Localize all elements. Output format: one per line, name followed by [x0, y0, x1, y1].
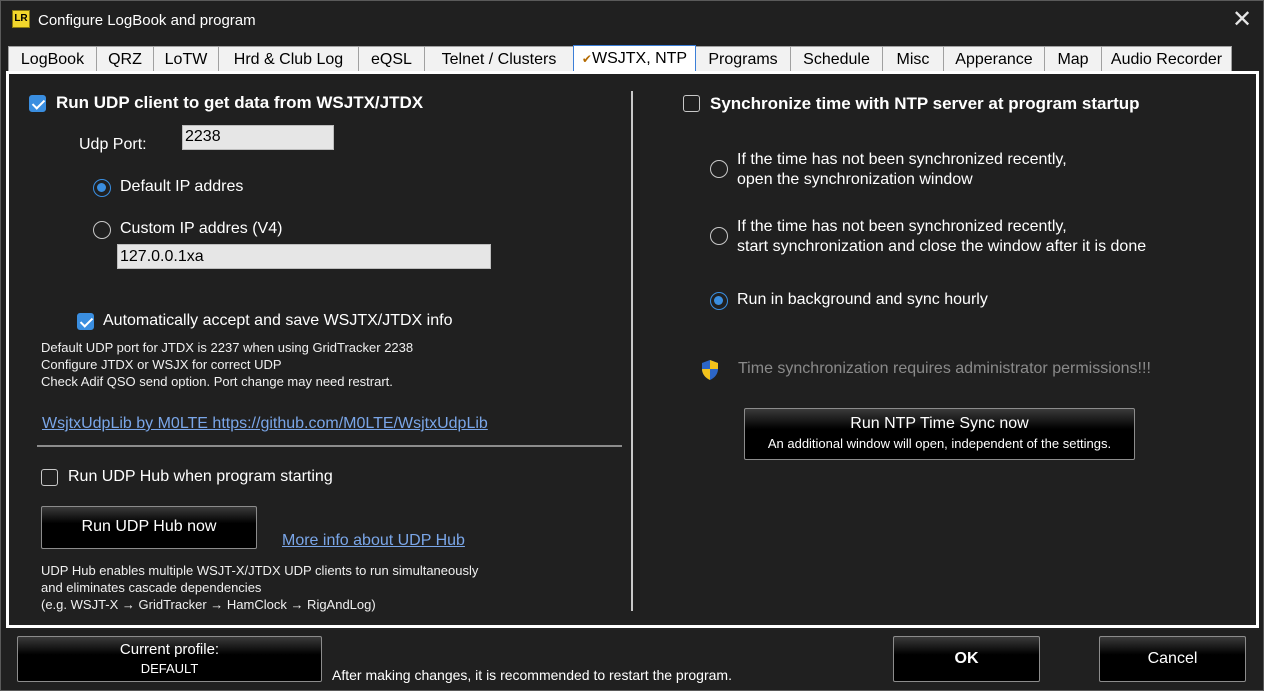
custom-ip-radio[interactable]	[93, 221, 111, 239]
auto-accept-label: Automatically accept and save WSJTX/JTDX…	[103, 312, 453, 329]
run-hub-label: Run UDP Hub when program starting	[68, 468, 333, 485]
run-udp-checkbox[interactable]	[29, 95, 46, 112]
tab-label: eQSL	[371, 51, 412, 68]
run-hub-checkbox[interactable]	[41, 469, 58, 486]
udp-hub-info-link[interactable]: More info about UDP Hub	[282, 532, 465, 550]
udp-note-line-3: Check Adif QSO send option. Port change …	[41, 374, 393, 389]
run-udp-label: Run UDP client to get data from WSJTX/JT…	[56, 93, 424, 112]
tab-programs[interactable]: Programs	[695, 46, 791, 72]
tab-bar: LogBook QRZ LoTW Hrd & Club Log eQSL Tel…	[8, 45, 1232, 72]
tab-label: Map	[1057, 51, 1089, 68]
tab-lotw[interactable]: LoTW	[153, 46, 219, 72]
tab-logbook[interactable]: LogBook	[8, 46, 97, 72]
run-ntp-sync-button-subtitle: An additional window will open, independ…	[767, 436, 1112, 451]
ntp-option-1-line-2: open the synchronization window	[737, 171, 973, 188]
tab-hrd-club-log[interactable]: Hrd & Club Log	[218, 46, 359, 72]
tab-label: Programs	[708, 51, 778, 68]
ntp-option-2-text: If the time has not been synchronized re…	[737, 217, 1146, 257]
tab-label: WSJTX, NTP	[591, 50, 688, 67]
custom-ip-label: Custom IP addres (V4)	[120, 220, 283, 237]
ntp-option-2-line-2: start synchronization and close the wind…	[737, 238, 1147, 255]
tab-map[interactable]: Map	[1044, 46, 1102, 72]
tab-misc[interactable]: Misc	[882, 46, 944, 72]
tab-label: Telnet / Clusters	[441, 51, 557, 68]
ntp-option-2-line-1: If the time has not been synchronized re…	[737, 218, 1067, 235]
uac-shield-icon	[702, 360, 718, 380]
tab-label: LogBook	[20, 51, 85, 68]
tab-apperance[interactable]: Apperance	[943, 46, 1045, 72]
close-icon[interactable]: ✕	[1227, 5, 1257, 35]
ntp-sync-startup-label: Synchronize time with NTP server at prog…	[710, 94, 1140, 113]
hub-note-line-1: UDP Hub enables multiple WSJT-X/JTDX UDP…	[41, 563, 479, 578]
tab-label: Apperance	[955, 51, 1033, 68]
tab-label: Audio Recorder	[1110, 51, 1223, 68]
default-ip-label: Default IP addres	[120, 178, 244, 195]
ntp-sync-startup-checkbox[interactable]	[683, 95, 700, 112]
run-ntp-sync-button[interactable]: Run NTP Time Sync now An additional wind…	[744, 408, 1135, 460]
ntp-option-1-text: If the time has not been synchronized re…	[737, 150, 1067, 190]
left-divider	[37, 445, 622, 447]
tab-telnet-clusters[interactable]: Telnet / Clusters	[424, 46, 574, 72]
udp-port-label: Udp Port:	[79, 136, 147, 153]
ntp-option-3-label: Run in background and sync hourly	[737, 291, 988, 308]
app-logo-icon: LR	[12, 10, 30, 28]
ntp-option-background-radio[interactable]	[710, 292, 728, 310]
tab-label: Misc	[896, 51, 930, 68]
tab-label: Hrd & Club Log	[233, 51, 344, 68]
tab-check-icon: ✔	[581, 52, 592, 66]
auto-accept-checkbox[interactable]	[77, 313, 94, 330]
run-udp-hub-button[interactable]: Run UDP Hub now	[41, 506, 257, 549]
tab-label: LoTW	[164, 51, 208, 68]
wsjtx-udp-lib-link[interactable]: WsjtxUdpLib by M0LTE https://github.com/…	[42, 415, 488, 433]
configure-window: LR Configure LogBook and program ✕ LogBo…	[0, 0, 1264, 691]
default-ip-radio[interactable]	[93, 179, 111, 197]
tab-schedule[interactable]: Schedule	[790, 46, 883, 72]
ok-button[interactable]: OK	[893, 636, 1040, 682]
tab-eqsl[interactable]: eQSL	[358, 46, 425, 72]
restart-note: After making changes, it is recommended …	[332, 667, 732, 683]
tab-label: QRZ	[108, 51, 142, 68]
window-title: Configure LogBook and program	[38, 12, 256, 29]
run-udp-hub-button-label: Run UDP Hub now	[81, 518, 217, 535]
custom-ip-input[interactable]: 127.0.0.1xa	[117, 244, 491, 269]
hub-note-line-2: and eliminates cascade dependencies	[41, 580, 262, 595]
tab-label: Schedule	[803, 51, 870, 68]
current-profile-button[interactable]: Current profile: DEFAULT	[17, 636, 322, 682]
column-divider	[631, 91, 633, 611]
udp-note-line-2: Configure JTDX or WSJX for correct UDP	[41, 357, 282, 372]
tab-qrz[interactable]: QRZ	[96, 46, 154, 72]
cancel-button-label: Cancel	[1147, 650, 1198, 667]
current-profile-title: Current profile:	[119, 641, 220, 658]
tab-wsjtx-ntp[interactable]: ✔WSJTX, NTP	[573, 45, 696, 72]
ntp-option-1-line-1: If the time has not been synchronized re…	[737, 151, 1067, 168]
ok-button-label: OK	[954, 650, 979, 667]
tab-audio-recorder[interactable]: Audio Recorder	[1101, 46, 1232, 72]
current-profile-value: DEFAULT	[140, 661, 199, 676]
udp-note-line-1: Default UDP port for JTDX is 2237 when u…	[41, 340, 414, 355]
ntp-option-open-window-radio[interactable]	[710, 160, 728, 178]
udp-port-input[interactable]: 2238	[182, 125, 334, 150]
hub-note-line-3: (e.g. WSJT-X → GridTracker → HamClock → …	[41, 597, 376, 612]
run-ntp-sync-button-title: Run NTP Time Sync now	[850, 415, 1029, 432]
ntp-option-sync-close-radio[interactable]	[710, 227, 728, 245]
ntp-admin-note: Time synchronization requires administra…	[738, 360, 1151, 377]
cancel-button[interactable]: Cancel	[1099, 636, 1246, 682]
title-bar: LR Configure LogBook and program ✕	[1, 1, 1263, 39]
